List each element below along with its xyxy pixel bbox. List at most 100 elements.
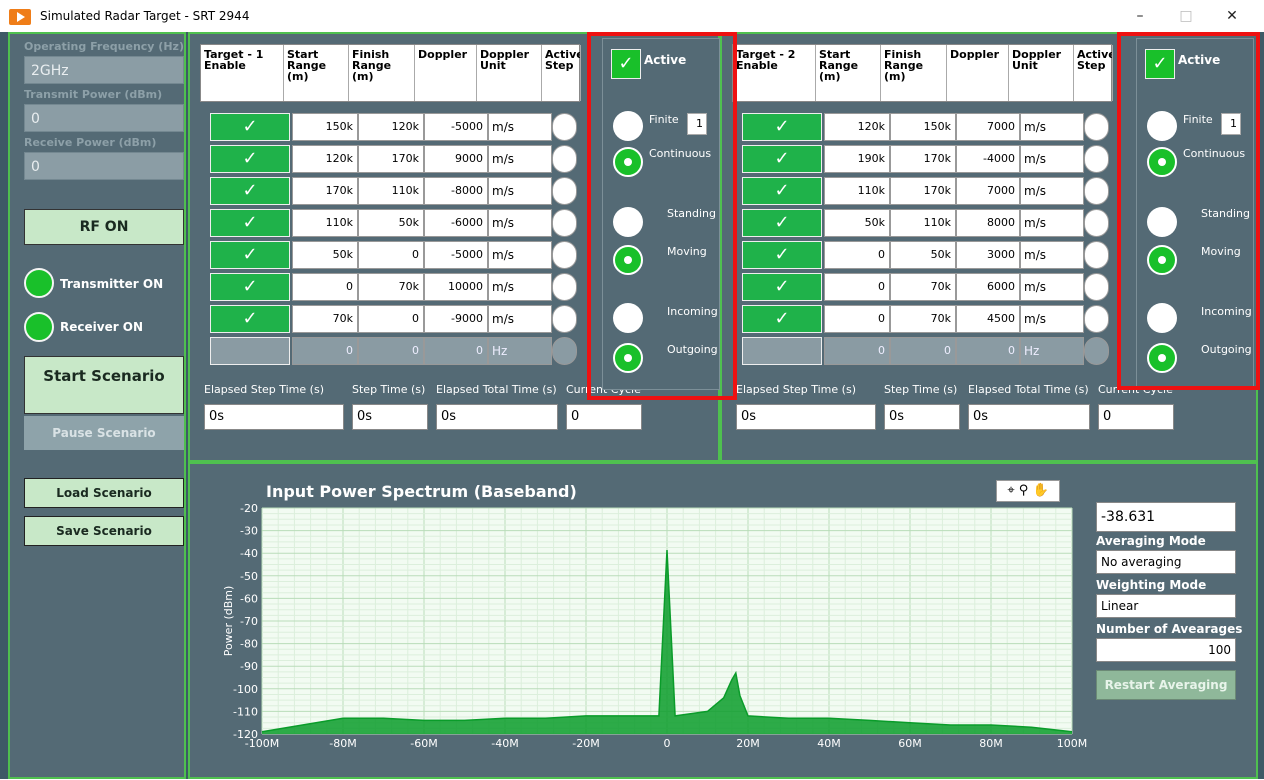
finish-range-cell[interactable]: 110k bbox=[890, 209, 956, 237]
t2-elapsed-total-field[interactable]: 0s bbox=[968, 404, 1090, 430]
t1-elapsed-total-field[interactable]: 0s bbox=[436, 404, 558, 430]
weighting-mode-select[interactable]: Linear bbox=[1096, 594, 1236, 618]
active-step-indicator[interactable] bbox=[1084, 177, 1109, 205]
doppler-unit-cell[interactable]: m/s bbox=[1020, 177, 1084, 205]
doppler-unit-cell[interactable]: m/s bbox=[1020, 209, 1084, 237]
active-step-indicator[interactable] bbox=[552, 177, 577, 205]
doppler-cell[interactable]: -4000 bbox=[956, 145, 1020, 173]
enable-checkbox[interactable] bbox=[210, 337, 290, 365]
tx-power-field[interactable]: 0 bbox=[24, 104, 184, 132]
enable-checkbox[interactable]: ✓ bbox=[742, 241, 822, 269]
spectrum-plot[interactable]: -20-30-40-50-60-70-80-90-100-110-120 -10… bbox=[190, 500, 1090, 780]
start-range-cell[interactable]: 50k bbox=[292, 241, 358, 269]
start-scenario-button[interactable]: Start Scenario bbox=[24, 356, 184, 414]
finish-range-cell[interactable]: 120k bbox=[358, 113, 424, 141]
save-scenario-button[interactable]: Save Scenario bbox=[24, 516, 184, 546]
doppler-unit-cell[interactable]: m/s bbox=[488, 273, 552, 301]
active-step-indicator[interactable] bbox=[1084, 337, 1109, 365]
t2-current-cycle-field[interactable]: 0 bbox=[1098, 404, 1174, 430]
finish-range-cell[interactable]: 0 bbox=[358, 241, 424, 269]
enable-checkbox[interactable]: ✓ bbox=[210, 145, 290, 173]
doppler-cell[interactable]: -5000 bbox=[424, 241, 488, 269]
active-step-indicator[interactable] bbox=[552, 209, 577, 237]
finish-range-cell[interactable]: 0 bbox=[358, 305, 424, 333]
rf-on-button[interactable]: RF ON bbox=[24, 209, 184, 245]
active-step-indicator[interactable] bbox=[1084, 209, 1109, 237]
enable-checkbox[interactable]: ✓ bbox=[210, 305, 290, 333]
start-range-cell[interactable]: 0 bbox=[292, 337, 358, 365]
finish-range-cell[interactable]: 150k bbox=[890, 113, 956, 141]
enable-checkbox[interactable]: ✓ bbox=[742, 273, 822, 301]
doppler-unit-cell[interactable]: m/s bbox=[1020, 113, 1084, 141]
finish-range-cell[interactable]: 50k bbox=[890, 241, 956, 269]
finish-range-cell[interactable]: 70k bbox=[890, 273, 956, 301]
crosshair-icon[interactable]: ⌖ bbox=[1007, 483, 1014, 498]
doppler-cell[interactable]: 7000 bbox=[956, 177, 1020, 205]
minimize-button[interactable]: – bbox=[1120, 4, 1160, 28]
doppler-cell[interactable]: 4500 bbox=[956, 305, 1020, 333]
active-step-indicator[interactable] bbox=[1084, 305, 1109, 333]
finish-range-cell[interactable]: 0 bbox=[358, 337, 424, 365]
doppler-unit-cell[interactable]: Hz bbox=[488, 337, 552, 365]
start-range-cell[interactable]: 0 bbox=[824, 273, 890, 301]
start-range-cell[interactable]: 110k bbox=[824, 177, 890, 205]
doppler-cell[interactable]: 7000 bbox=[956, 113, 1020, 141]
enable-checkbox[interactable]: ✓ bbox=[210, 113, 290, 141]
finish-range-cell[interactable]: 70k bbox=[358, 273, 424, 301]
doppler-cell[interactable]: -6000 bbox=[424, 209, 488, 237]
doppler-cell[interactable]: 8000 bbox=[956, 209, 1020, 237]
t2-elapsed-step-field[interactable]: 0s bbox=[736, 404, 876, 430]
start-range-cell[interactable]: 110k bbox=[292, 209, 358, 237]
active-step-indicator[interactable] bbox=[552, 113, 577, 141]
doppler-cell[interactable]: -9000 bbox=[424, 305, 488, 333]
finish-range-cell[interactable]: 110k bbox=[358, 177, 424, 205]
doppler-cell[interactable]: 0 bbox=[424, 337, 488, 365]
enable-checkbox[interactable]: ✓ bbox=[210, 241, 290, 269]
restart-averaging-button[interactable]: Restart Averaging bbox=[1096, 670, 1236, 700]
enable-checkbox[interactable] bbox=[742, 337, 822, 365]
doppler-unit-cell[interactable]: m/s bbox=[1020, 241, 1084, 269]
start-range-cell[interactable]: 0 bbox=[824, 241, 890, 269]
t2-step-time-field[interactable]: 0s bbox=[884, 404, 960, 430]
finish-range-cell[interactable]: 50k bbox=[358, 209, 424, 237]
enable-checkbox[interactable]: ✓ bbox=[210, 273, 290, 301]
active-step-indicator[interactable] bbox=[552, 305, 577, 333]
doppler-unit-cell[interactable]: m/s bbox=[488, 209, 552, 237]
doppler-unit-cell[interactable]: m/s bbox=[1020, 273, 1084, 301]
doppler-unit-cell[interactable]: Hz bbox=[1020, 337, 1084, 365]
start-range-cell[interactable]: 50k bbox=[824, 209, 890, 237]
active-step-indicator[interactable] bbox=[1084, 145, 1109, 173]
start-range-cell[interactable]: 70k bbox=[292, 305, 358, 333]
t1-step-time-field[interactable]: 0s bbox=[352, 404, 428, 430]
pause-scenario-button[interactable]: Pause Scenario bbox=[24, 416, 184, 450]
start-range-cell[interactable]: 190k bbox=[824, 145, 890, 173]
doppler-cell[interactable]: 3000 bbox=[956, 241, 1020, 269]
averaging-mode-select[interactable]: No averaging bbox=[1096, 550, 1236, 574]
enable-checkbox[interactable]: ✓ bbox=[742, 145, 822, 173]
active-step-indicator[interactable] bbox=[552, 273, 577, 301]
doppler-cell[interactable]: 9000 bbox=[424, 145, 488, 173]
start-range-cell[interactable]: 0 bbox=[824, 337, 890, 365]
enable-checkbox[interactable]: ✓ bbox=[210, 209, 290, 237]
doppler-unit-cell[interactable]: m/s bbox=[488, 113, 552, 141]
start-range-cell[interactable]: 120k bbox=[824, 113, 890, 141]
doppler-unit-cell[interactable]: m/s bbox=[488, 241, 552, 269]
start-range-cell[interactable]: 0 bbox=[292, 273, 358, 301]
enable-checkbox[interactable]: ✓ bbox=[742, 113, 822, 141]
doppler-unit-cell[interactable]: m/s bbox=[488, 145, 552, 173]
start-range-cell[interactable]: 170k bbox=[292, 177, 358, 205]
active-step-indicator[interactable] bbox=[1084, 113, 1109, 141]
enable-checkbox[interactable]: ✓ bbox=[742, 305, 822, 333]
doppler-cell[interactable]: -5000 bbox=[424, 113, 488, 141]
enable-checkbox[interactable]: ✓ bbox=[742, 177, 822, 205]
load-scenario-button[interactable]: Load Scenario bbox=[24, 478, 184, 508]
finish-range-cell[interactable]: 170k bbox=[358, 145, 424, 173]
zoom-icon[interactable]: ⚲ bbox=[1019, 483, 1029, 498]
maximize-button[interactable]: □ bbox=[1166, 4, 1206, 28]
start-range-cell[interactable]: 120k bbox=[292, 145, 358, 173]
start-range-cell[interactable]: 150k bbox=[292, 113, 358, 141]
doppler-unit-cell[interactable]: m/s bbox=[1020, 305, 1084, 333]
active-step-indicator[interactable] bbox=[552, 337, 577, 365]
pan-hand-icon[interactable]: ✋ bbox=[1032, 483, 1048, 498]
doppler-unit-cell[interactable]: m/s bbox=[488, 177, 552, 205]
